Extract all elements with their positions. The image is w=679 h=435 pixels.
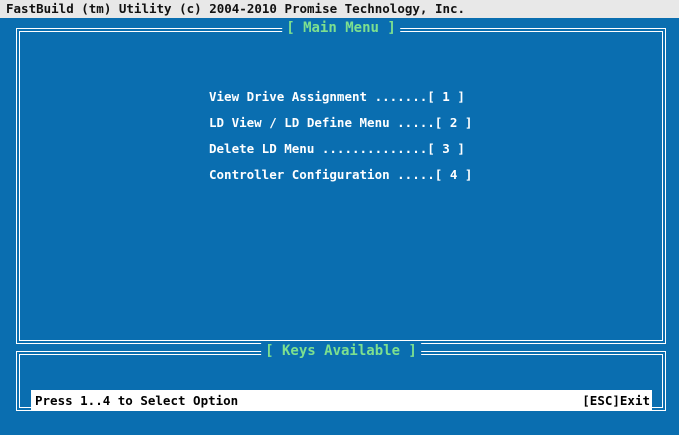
menu-item-ld-view-define[interactable]: LD View / LD Define Menu .....[ 2 ] <box>209 115 472 141</box>
menu-item-view-drive-assignment[interactable]: View Drive Assignment .......[ 1 ] <box>209 89 472 115</box>
esc-exit-key[interactable]: [ESC]Exit <box>582 390 650 411</box>
main-menu-title: [ Main Menu ] <box>282 20 400 36</box>
keys-available-title: [ Keys Available ] <box>261 343 421 359</box>
main-menu-panel: [ Main Menu ] View Drive Assignment ....… <box>16 20 666 344</box>
utility-title-bar: FastBuild (tm) Utility (c) 2004-2010 Pro… <box>0 0 679 18</box>
key-hint-bar: Press 1..4 to Select Option [ESC]Exit <box>31 390 652 411</box>
select-option-hint: Press 1..4 to Select Option <box>35 393 239 408</box>
menu-item-controller-configuration[interactable]: Controller Configuration .....[ 4 ] <box>209 167 472 193</box>
main-menu-list: View Drive Assignment .......[ 1 ] LD Vi… <box>209 89 472 193</box>
menu-item-delete-ld[interactable]: Delete LD Menu ..............[ 3 ] <box>209 141 472 167</box>
